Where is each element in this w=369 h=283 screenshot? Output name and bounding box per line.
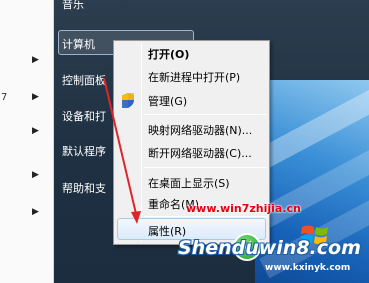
watermark-small-url: www.kxinyk.com: [265, 263, 351, 273]
watermark-url: www.win7zhijia.cn: [186, 202, 301, 215]
watermark-brand: Shenduwin8.com: [178, 237, 361, 259]
